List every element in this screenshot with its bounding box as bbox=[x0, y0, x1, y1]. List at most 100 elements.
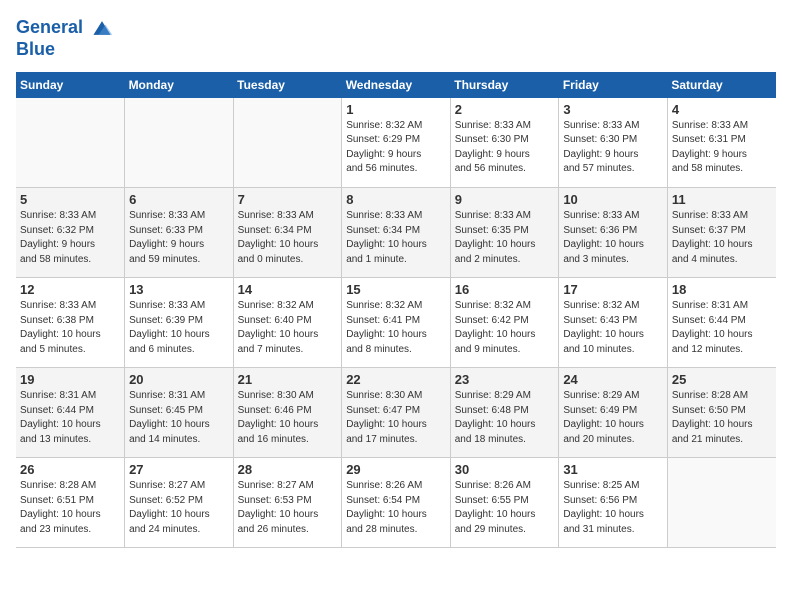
day-info: Sunrise: 8:29 AM Sunset: 6:49 PM Dayligh… bbox=[563, 389, 663, 447]
day-number: 18 bbox=[672, 282, 772, 297]
day-info: Sunrise: 8:32 AM Sunset: 6:29 PM Dayligh… bbox=[346, 119, 446, 177]
calendar-cell: 27 Sunrise: 8:27 AM Sunset: 6:52 PM Dayli… bbox=[125, 458, 234, 548]
calendar-cell bbox=[125, 98, 234, 188]
calendar-cell bbox=[233, 98, 342, 188]
calendar-week-row: 26 Sunrise: 8:28 AM Sunset: 6:51 PM Dayli… bbox=[16, 458, 776, 548]
calendar-cell: 7 Sunrise: 8:33 AM Sunset: 6:34 PM Daylig… bbox=[233, 188, 342, 278]
logo-text-blue: Blue bbox=[16, 40, 114, 60]
day-number: 4 bbox=[672, 102, 772, 117]
calendar-cell: 17 Sunrise: 8:32 AM Sunset: 6:43 PM Dayli… bbox=[559, 278, 668, 368]
page-header: General Blue bbox=[16, 16, 776, 60]
day-info: Sunrise: 8:33 AM Sunset: 6:34 PM Dayligh… bbox=[346, 209, 446, 267]
weekday-header-tuesday: Tuesday bbox=[233, 72, 342, 98]
day-number: 11 bbox=[672, 192, 772, 207]
day-info: Sunrise: 8:27 AM Sunset: 6:53 PM Dayligh… bbox=[238, 479, 338, 537]
day-info: Sunrise: 8:33 AM Sunset: 6:33 PM Dayligh… bbox=[129, 209, 229, 267]
day-info: Sunrise: 8:33 AM Sunset: 6:30 PM Dayligh… bbox=[455, 119, 555, 177]
day-number: 10 bbox=[563, 192, 663, 207]
calendar-cell: 3Sunrise: 8:33 AM Sunset: 6:30 PM Daylig… bbox=[559, 98, 668, 188]
day-info: Sunrise: 8:32 AM Sunset: 6:40 PM Dayligh… bbox=[238, 299, 338, 357]
day-number: 8 bbox=[346, 192, 446, 207]
day-info: Sunrise: 8:33 AM Sunset: 6:36 PM Dayligh… bbox=[563, 209, 663, 267]
day-number: 31 bbox=[563, 462, 663, 477]
day-info: Sunrise: 8:33 AM Sunset: 6:34 PM Dayligh… bbox=[238, 209, 338, 267]
weekday-header-saturday: Saturday bbox=[667, 72, 776, 98]
day-info: Sunrise: 8:33 AM Sunset: 6:32 PM Dayligh… bbox=[20, 209, 120, 267]
day-info: Sunrise: 8:33 AM Sunset: 6:30 PM Dayligh… bbox=[563, 119, 663, 177]
day-info: Sunrise: 8:33 AM Sunset: 6:37 PM Dayligh… bbox=[672, 209, 772, 267]
calendar-cell: 8 Sunrise: 8:33 AM Sunset: 6:34 PM Daylig… bbox=[342, 188, 451, 278]
calendar-week-row: 1 Sunrise: 8:32 AM Sunset: 6:29 PM Daylig… bbox=[16, 98, 776, 188]
calendar-cell: 24 Sunrise: 8:29 AM Sunset: 6:49 PM Dayli… bbox=[559, 368, 668, 458]
day-number: 2 bbox=[455, 102, 555, 117]
weekday-header-row: SundayMondayTuesdayWednesdayThursdayFrid… bbox=[16, 72, 776, 98]
calendar-cell: 20 Sunrise: 8:31 AM Sunset: 6:45 PM Dayli… bbox=[125, 368, 234, 458]
day-info: Sunrise: 8:28 AM Sunset: 6:51 PM Dayligh… bbox=[20, 479, 120, 537]
day-info: Sunrise: 8:30 AM Sunset: 6:46 PM Dayligh… bbox=[238, 389, 338, 447]
day-info: Sunrise: 8:33 AM Sunset: 6:31 PM Dayligh… bbox=[672, 119, 772, 177]
day-info: Sunrise: 8:32 AM Sunset: 6:43 PM Dayligh… bbox=[563, 299, 663, 357]
calendar-cell: 19 Sunrise: 8:31 AM Sunset: 6:44 PM Dayli… bbox=[16, 368, 125, 458]
day-info: Sunrise: 8:33 AM Sunset: 6:35 PM Dayligh… bbox=[455, 209, 555, 267]
calendar-cell: 31Sunrise: 8:25 AM Sunset: 6:56 PM Dayli… bbox=[559, 458, 668, 548]
day-number: 7 bbox=[238, 192, 338, 207]
day-number: 28 bbox=[238, 462, 338, 477]
calendar-cell: 1 Sunrise: 8:32 AM Sunset: 6:29 PM Daylig… bbox=[342, 98, 451, 188]
day-number: 23 bbox=[455, 372, 555, 387]
logo: General Blue bbox=[16, 16, 114, 60]
calendar-cell: 5 Sunrise: 8:33 AM Sunset: 6:32 PM Daylig… bbox=[16, 188, 125, 278]
calendar-week-row: 19 Sunrise: 8:31 AM Sunset: 6:44 PM Dayli… bbox=[16, 368, 776, 458]
calendar-cell: 23 Sunrise: 8:29 AM Sunset: 6:48 PM Dayli… bbox=[450, 368, 559, 458]
weekday-header-thursday: Thursday bbox=[450, 72, 559, 98]
calendar-cell: 13Sunrise: 8:33 AM Sunset: 6:39 PM Dayli… bbox=[125, 278, 234, 368]
day-info: Sunrise: 8:28 AM Sunset: 6:50 PM Dayligh… bbox=[672, 389, 772, 447]
day-number: 12 bbox=[20, 282, 120, 297]
calendar-cell: 11 Sunrise: 8:33 AM Sunset: 6:37 PM Dayli… bbox=[667, 188, 776, 278]
day-number: 14 bbox=[238, 282, 338, 297]
day-info: Sunrise: 8:33 AM Sunset: 6:38 PM Dayligh… bbox=[20, 299, 120, 357]
calendar-cell: 22Sunrise: 8:30 AM Sunset: 6:47 PM Dayli… bbox=[342, 368, 451, 458]
day-number: 16 bbox=[455, 282, 555, 297]
calendar-cell: 6 Sunrise: 8:33 AM Sunset: 6:33 PM Daylig… bbox=[125, 188, 234, 278]
day-number: 15 bbox=[346, 282, 446, 297]
day-number: 24 bbox=[563, 372, 663, 387]
day-number: 17 bbox=[563, 282, 663, 297]
calendar-cell: 18Sunrise: 8:31 AM Sunset: 6:44 PM Dayli… bbox=[667, 278, 776, 368]
calendar-cell: 30 Sunrise: 8:26 AM Sunset: 6:55 PM Dayli… bbox=[450, 458, 559, 548]
calendar-cell: 28 Sunrise: 8:27 AM Sunset: 6:53 PM Dayli… bbox=[233, 458, 342, 548]
day-number: 30 bbox=[455, 462, 555, 477]
day-number: 21 bbox=[238, 372, 338, 387]
logo-text: General bbox=[16, 16, 114, 40]
calendar-cell: 2 Sunrise: 8:33 AM Sunset: 6:30 PM Daylig… bbox=[450, 98, 559, 188]
day-number: 1 bbox=[346, 102, 446, 117]
day-number: 19 bbox=[20, 372, 120, 387]
calendar-cell: 15Sunrise: 8:32 AM Sunset: 6:41 PM Dayli… bbox=[342, 278, 451, 368]
day-number: 27 bbox=[129, 462, 229, 477]
calendar-cell: 25Sunrise: 8:28 AM Sunset: 6:50 PM Dayli… bbox=[667, 368, 776, 458]
calendar-cell: 10 Sunrise: 8:33 AM Sunset: 6:36 PM Dayli… bbox=[559, 188, 668, 278]
day-info: Sunrise: 8:33 AM Sunset: 6:39 PM Dayligh… bbox=[129, 299, 229, 357]
calendar-cell bbox=[667, 458, 776, 548]
day-number: 6 bbox=[129, 192, 229, 207]
day-number: 22 bbox=[346, 372, 446, 387]
day-info: Sunrise: 8:26 AM Sunset: 6:55 PM Dayligh… bbox=[455, 479, 555, 537]
logo-icon bbox=[90, 16, 114, 40]
calendar-week-row: 12 Sunrise: 8:33 AM Sunset: 6:38 PM Dayli… bbox=[16, 278, 776, 368]
calendar-week-row: 5 Sunrise: 8:33 AM Sunset: 6:32 PM Daylig… bbox=[16, 188, 776, 278]
day-number: 29 bbox=[346, 462, 446, 477]
day-number: 5 bbox=[20, 192, 120, 207]
day-number: 20 bbox=[129, 372, 229, 387]
day-info: Sunrise: 8:27 AM Sunset: 6:52 PM Dayligh… bbox=[129, 479, 229, 537]
calendar-cell bbox=[16, 98, 125, 188]
calendar-cell: 26 Sunrise: 8:28 AM Sunset: 6:51 PM Dayli… bbox=[16, 458, 125, 548]
calendar-cell: 14 Sunrise: 8:32 AM Sunset: 6:40 PM Dayli… bbox=[233, 278, 342, 368]
day-info: Sunrise: 8:29 AM Sunset: 6:48 PM Dayligh… bbox=[455, 389, 555, 447]
calendar-cell: 16Sunrise: 8:32 AM Sunset: 6:42 PM Dayli… bbox=[450, 278, 559, 368]
weekday-header-sunday: Sunday bbox=[16, 72, 125, 98]
day-info: Sunrise: 8:31 AM Sunset: 6:45 PM Dayligh… bbox=[129, 389, 229, 447]
day-number: 26 bbox=[20, 462, 120, 477]
calendar-cell: 12 Sunrise: 8:33 AM Sunset: 6:38 PM Dayli… bbox=[16, 278, 125, 368]
day-info: Sunrise: 8:31 AM Sunset: 6:44 PM Dayligh… bbox=[20, 389, 120, 447]
day-number: 9 bbox=[455, 192, 555, 207]
calendar-cell: 9 Sunrise: 8:33 AM Sunset: 6:35 PM Daylig… bbox=[450, 188, 559, 278]
